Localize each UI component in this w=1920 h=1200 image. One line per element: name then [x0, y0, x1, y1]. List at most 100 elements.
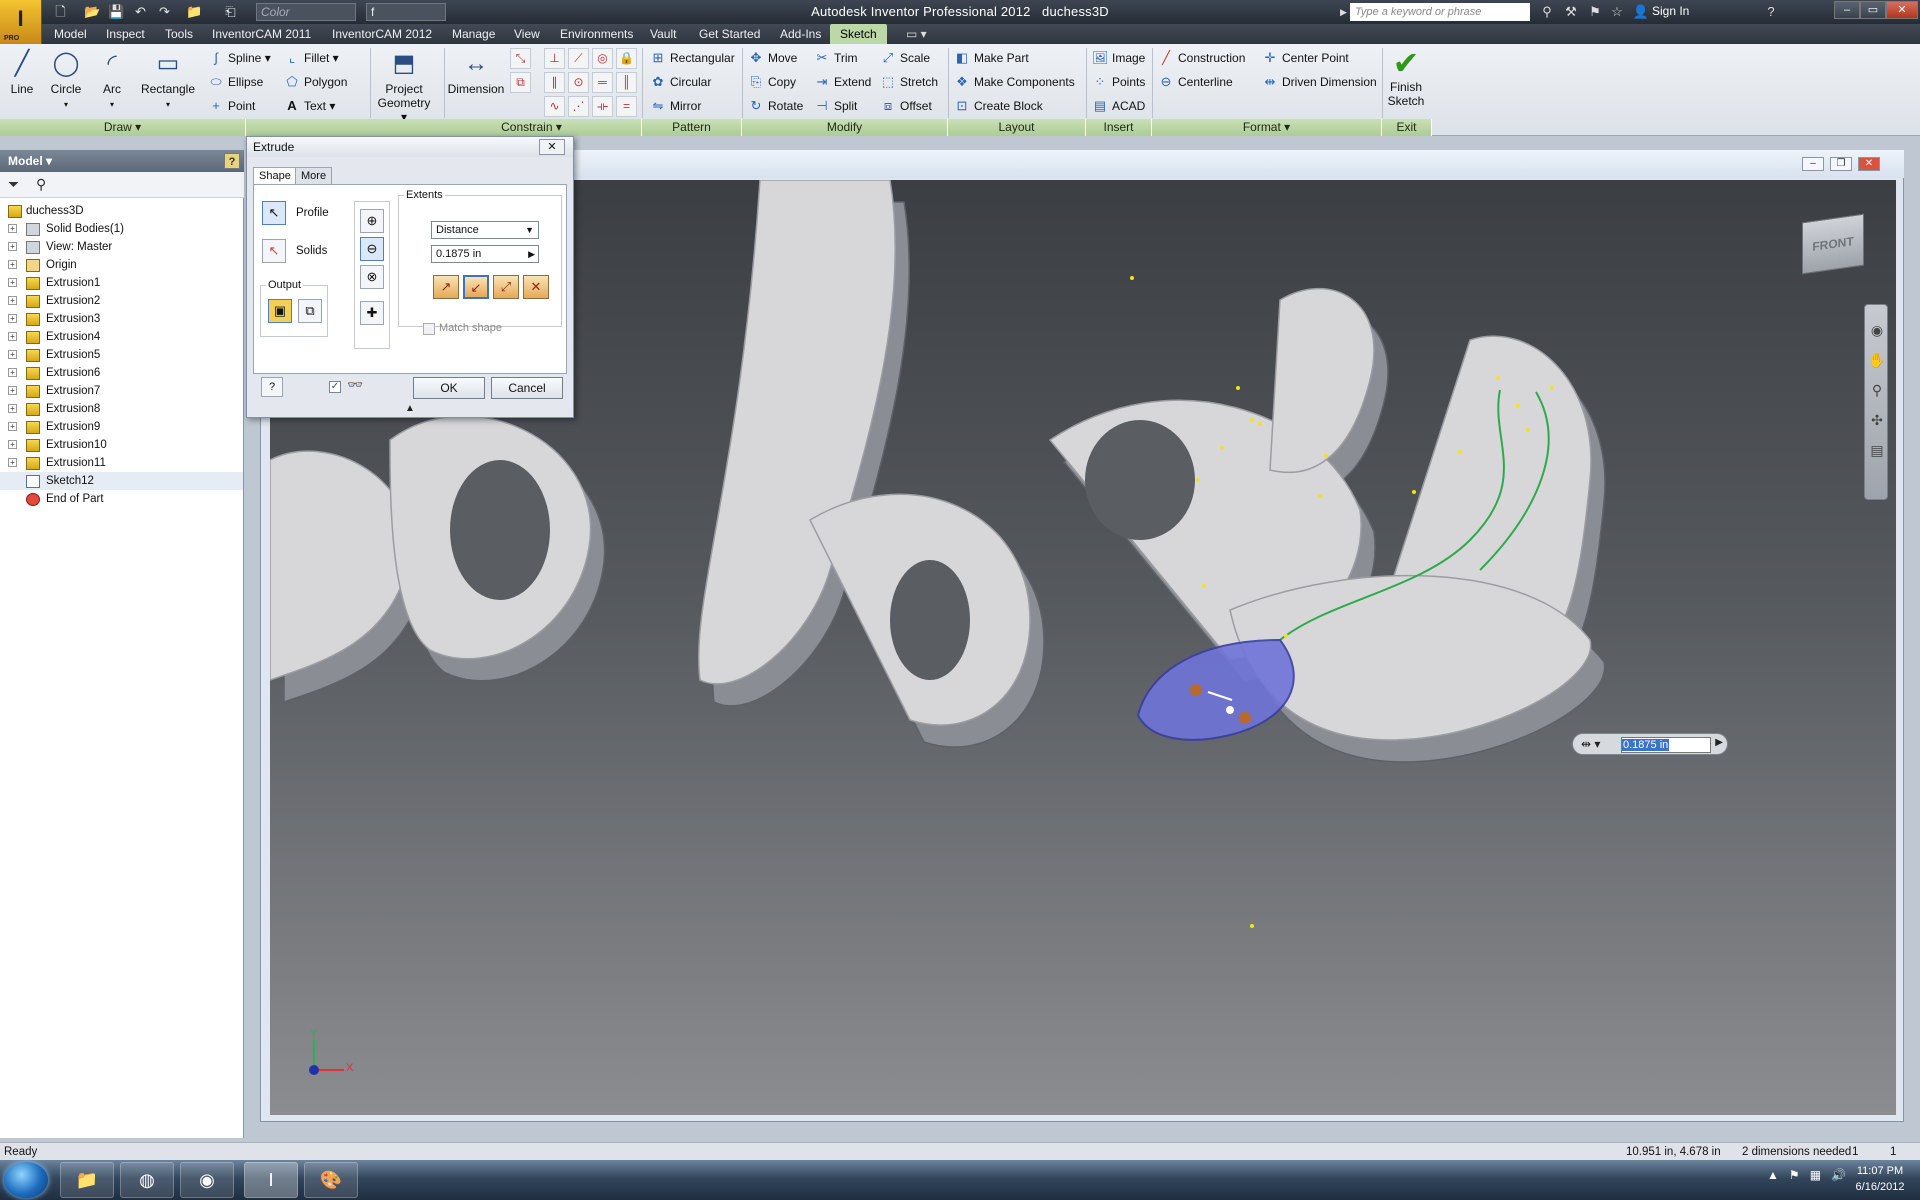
ellipse-button[interactable]: ⬭ Ellipse: [208, 74, 263, 90]
filter-icon[interactable]: ⏷: [8, 176, 19, 193]
center-point-button[interactable]: ✛ Center Point: [1262, 50, 1349, 66]
tree-item-origin[interactable]: + Origin: [0, 256, 243, 274]
expand-icon[interactable]: +: [8, 278, 17, 287]
close-button[interactable]: ✕: [1886, 1, 1918, 19]
rotate-button[interactable]: ↻ Rotate: [748, 98, 804, 114]
text-button[interactable]: A Text ▾: [284, 98, 335, 114]
steering-wheel-icon[interactable]: ◉: [1868, 321, 1886, 339]
ribbon-display-icon[interactable]: ▭ ▾: [906, 27, 927, 41]
image-button[interactable]: 🖼 Image: [1092, 50, 1145, 66]
favorites-icon[interactable]: ☆: [1608, 3, 1626, 21]
join-button[interactable]: ⊕: [360, 209, 384, 233]
trim-button[interactable]: ✂ Trim: [814, 50, 858, 66]
look-at-icon[interactable]: ▤: [1868, 441, 1886, 459]
symmetric-icon[interactable]: ⟛: [592, 96, 613, 117]
inline-distance-input[interactable]: 0.1875 in: [1621, 737, 1711, 753]
tab-get-started[interactable]: Get Started: [699, 27, 760, 41]
expand-icon[interactable]: +: [8, 224, 17, 233]
color-override-select[interactable]: Color: [256, 3, 356, 21]
scale-button[interactable]: ⤢ Scale: [880, 50, 930, 66]
tree-item-extrusion3[interactable]: + Extrusion3: [0, 310, 243, 328]
expand-icon[interactable]: +: [8, 458, 17, 467]
tree-item-solid-bodies[interactable]: + Solid Bodies(1): [0, 220, 243, 238]
tree-item-extrusion10[interactable]: + Extrusion10: [0, 436, 243, 454]
maximize-button[interactable]: ▭: [1860, 1, 1886, 19]
match-shape-checkbox[interactable]: [423, 323, 435, 335]
tree-item-extrusion4[interactable]: + Extrusion4: [0, 328, 243, 346]
tree-item-extrusion1[interactable]: + Extrusion1: [0, 274, 243, 292]
split-button[interactable]: ⊣ Split: [814, 98, 857, 114]
coincident-icon[interactable]: ⊙: [568, 72, 589, 93]
create-block-button[interactable]: ⊡ Create Block: [954, 98, 1043, 114]
profile-select-button[interactable]: ↖: [262, 201, 286, 225]
inventor-taskbar-icon[interactable]: Ⅰ: [244, 1162, 298, 1198]
expand-icon[interactable]: +: [8, 368, 17, 377]
tree-item-end-of-part[interactable]: End of Part: [0, 490, 243, 508]
tree-item-extrusion7[interactable]: + Extrusion7: [0, 382, 243, 400]
browser-help-icon[interactable]: ?: [224, 153, 240, 169]
stretch-button[interactable]: ⬚ Stretch: [880, 74, 938, 90]
volume-icon[interactable]: 🔊: [1831, 1168, 1846, 1182]
circle-button[interactable]: ◯ Circle ▾: [46, 48, 86, 112]
centerline-button[interactable]: ⊖ Centerline: [1158, 74, 1233, 90]
polygon-button[interactable]: ⬠ Polygon: [284, 74, 347, 90]
doc-close-button[interactable]: ✕: [1858, 157, 1880, 171]
application-menu-button[interactable]: I PRO: [0, 0, 42, 44]
new-icon[interactable]: 🗋: [52, 3, 69, 20]
tab-environments[interactable]: Environments: [560, 27, 633, 41]
undo-icon[interactable]: ↶: [132, 3, 149, 20]
vertical-icon[interactable]: ║: [616, 72, 637, 93]
solids-select-button[interactable]: ↖: [262, 239, 286, 263]
expand-icon[interactable]: +: [8, 314, 17, 323]
tab-shape[interactable]: Shape: [253, 167, 297, 185]
tab-inventorcam-2012[interactable]: InventorCAM 2012: [332, 27, 432, 41]
fillet-button[interactable]: ⌞ Fillet ▾: [284, 50, 339, 66]
tab-inspect[interactable]: Inspect: [106, 27, 145, 41]
help-icon[interactable]: ?: [1762, 3, 1780, 21]
make-part-button[interactable]: ◧ Make Part: [954, 50, 1029, 66]
distance-input[interactable]: 0.1875 in ▶: [431, 245, 539, 263]
show-constraints-icon[interactable]: ⧉: [510, 72, 531, 93]
tab-sketch[interactable]: Sketch: [830, 24, 887, 44]
output-solid-button[interactable]: ▣: [268, 299, 292, 323]
concentric-icon[interactable]: ◎: [592, 48, 613, 69]
expand-icon[interactable]: +: [8, 242, 17, 251]
output-surface-button[interactable]: ⧉: [298, 299, 322, 323]
find-icon[interactable]: ⚲: [36, 176, 46, 193]
inline-distance-arrow-icon[interactable]: ▶: [1715, 737, 1723, 748]
rectangle-button[interactable]: ▭ Rectangle ▾: [136, 48, 200, 112]
tree-item-extrusion6[interactable]: + Extrusion6: [0, 364, 243, 382]
tab-manage[interactable]: Manage: [452, 27, 495, 41]
communication-icon[interactable]: ⚑: [1586, 3, 1604, 21]
collinear-icon[interactable]: ⋰: [568, 96, 589, 117]
cancel-button[interactable]: Cancel: [491, 377, 563, 399]
expand-icon[interactable]: +: [8, 260, 17, 269]
dialog-help-button[interactable]: ?: [261, 377, 283, 397]
equal-icon[interactable]: =: [616, 96, 637, 117]
tree-item-extrusion2[interactable]: + Extrusion2: [0, 292, 243, 310]
acad-button[interactable]: ▤ ACAD: [1092, 98, 1146, 114]
expand-icon[interactable]: +: [8, 332, 17, 341]
auto-dimension-icon[interactable]: ⤡: [510, 48, 531, 69]
points-button[interactable]: ⁘ Points: [1092, 74, 1146, 90]
expand-icon[interactable]: +: [8, 440, 17, 449]
sign-in-link[interactable]: Sign In: [1652, 4, 1689, 18]
project-icon[interactable]: 📁: [186, 3, 203, 20]
rectangular-pattern-button[interactable]: ⊞ Rectangular: [650, 50, 735, 66]
tree-root[interactable]: duchess3D: [0, 202, 243, 220]
tree-item-extrusion5[interactable]: + Extrusion5: [0, 346, 243, 364]
browser-header[interactable]: Model ▾?: [0, 150, 244, 172]
tree-item-extrusion8[interactable]: + Extrusion8: [0, 400, 243, 418]
tab-inventorcam-2011[interactable]: InventorCAM 2011: [212, 27, 311, 41]
save-icon[interactable]: 💾: [108, 3, 125, 20]
distance-direction-icon[interactable]: ⇹ ▾: [1581, 737, 1600, 751]
tray-expand-icon[interactable]: ▲: [1767, 1168, 1779, 1182]
circular-pattern-button[interactable]: ✿ Circular: [650, 74, 712, 90]
paint-taskbar-icon[interactable]: 🎨: [304, 1162, 358, 1198]
panel-format-label[interactable]: Format ▾: [1152, 119, 1382, 136]
move-button[interactable]: ✥ Move: [748, 50, 798, 66]
tab-add-ins[interactable]: Add-Ins: [780, 27, 821, 41]
network-icon[interactable]: ▦: [1810, 1168, 1821, 1182]
tab-vault[interactable]: Vault: [650, 27, 676, 41]
zoom-icon[interactable]: ⚲: [1868, 381, 1886, 399]
